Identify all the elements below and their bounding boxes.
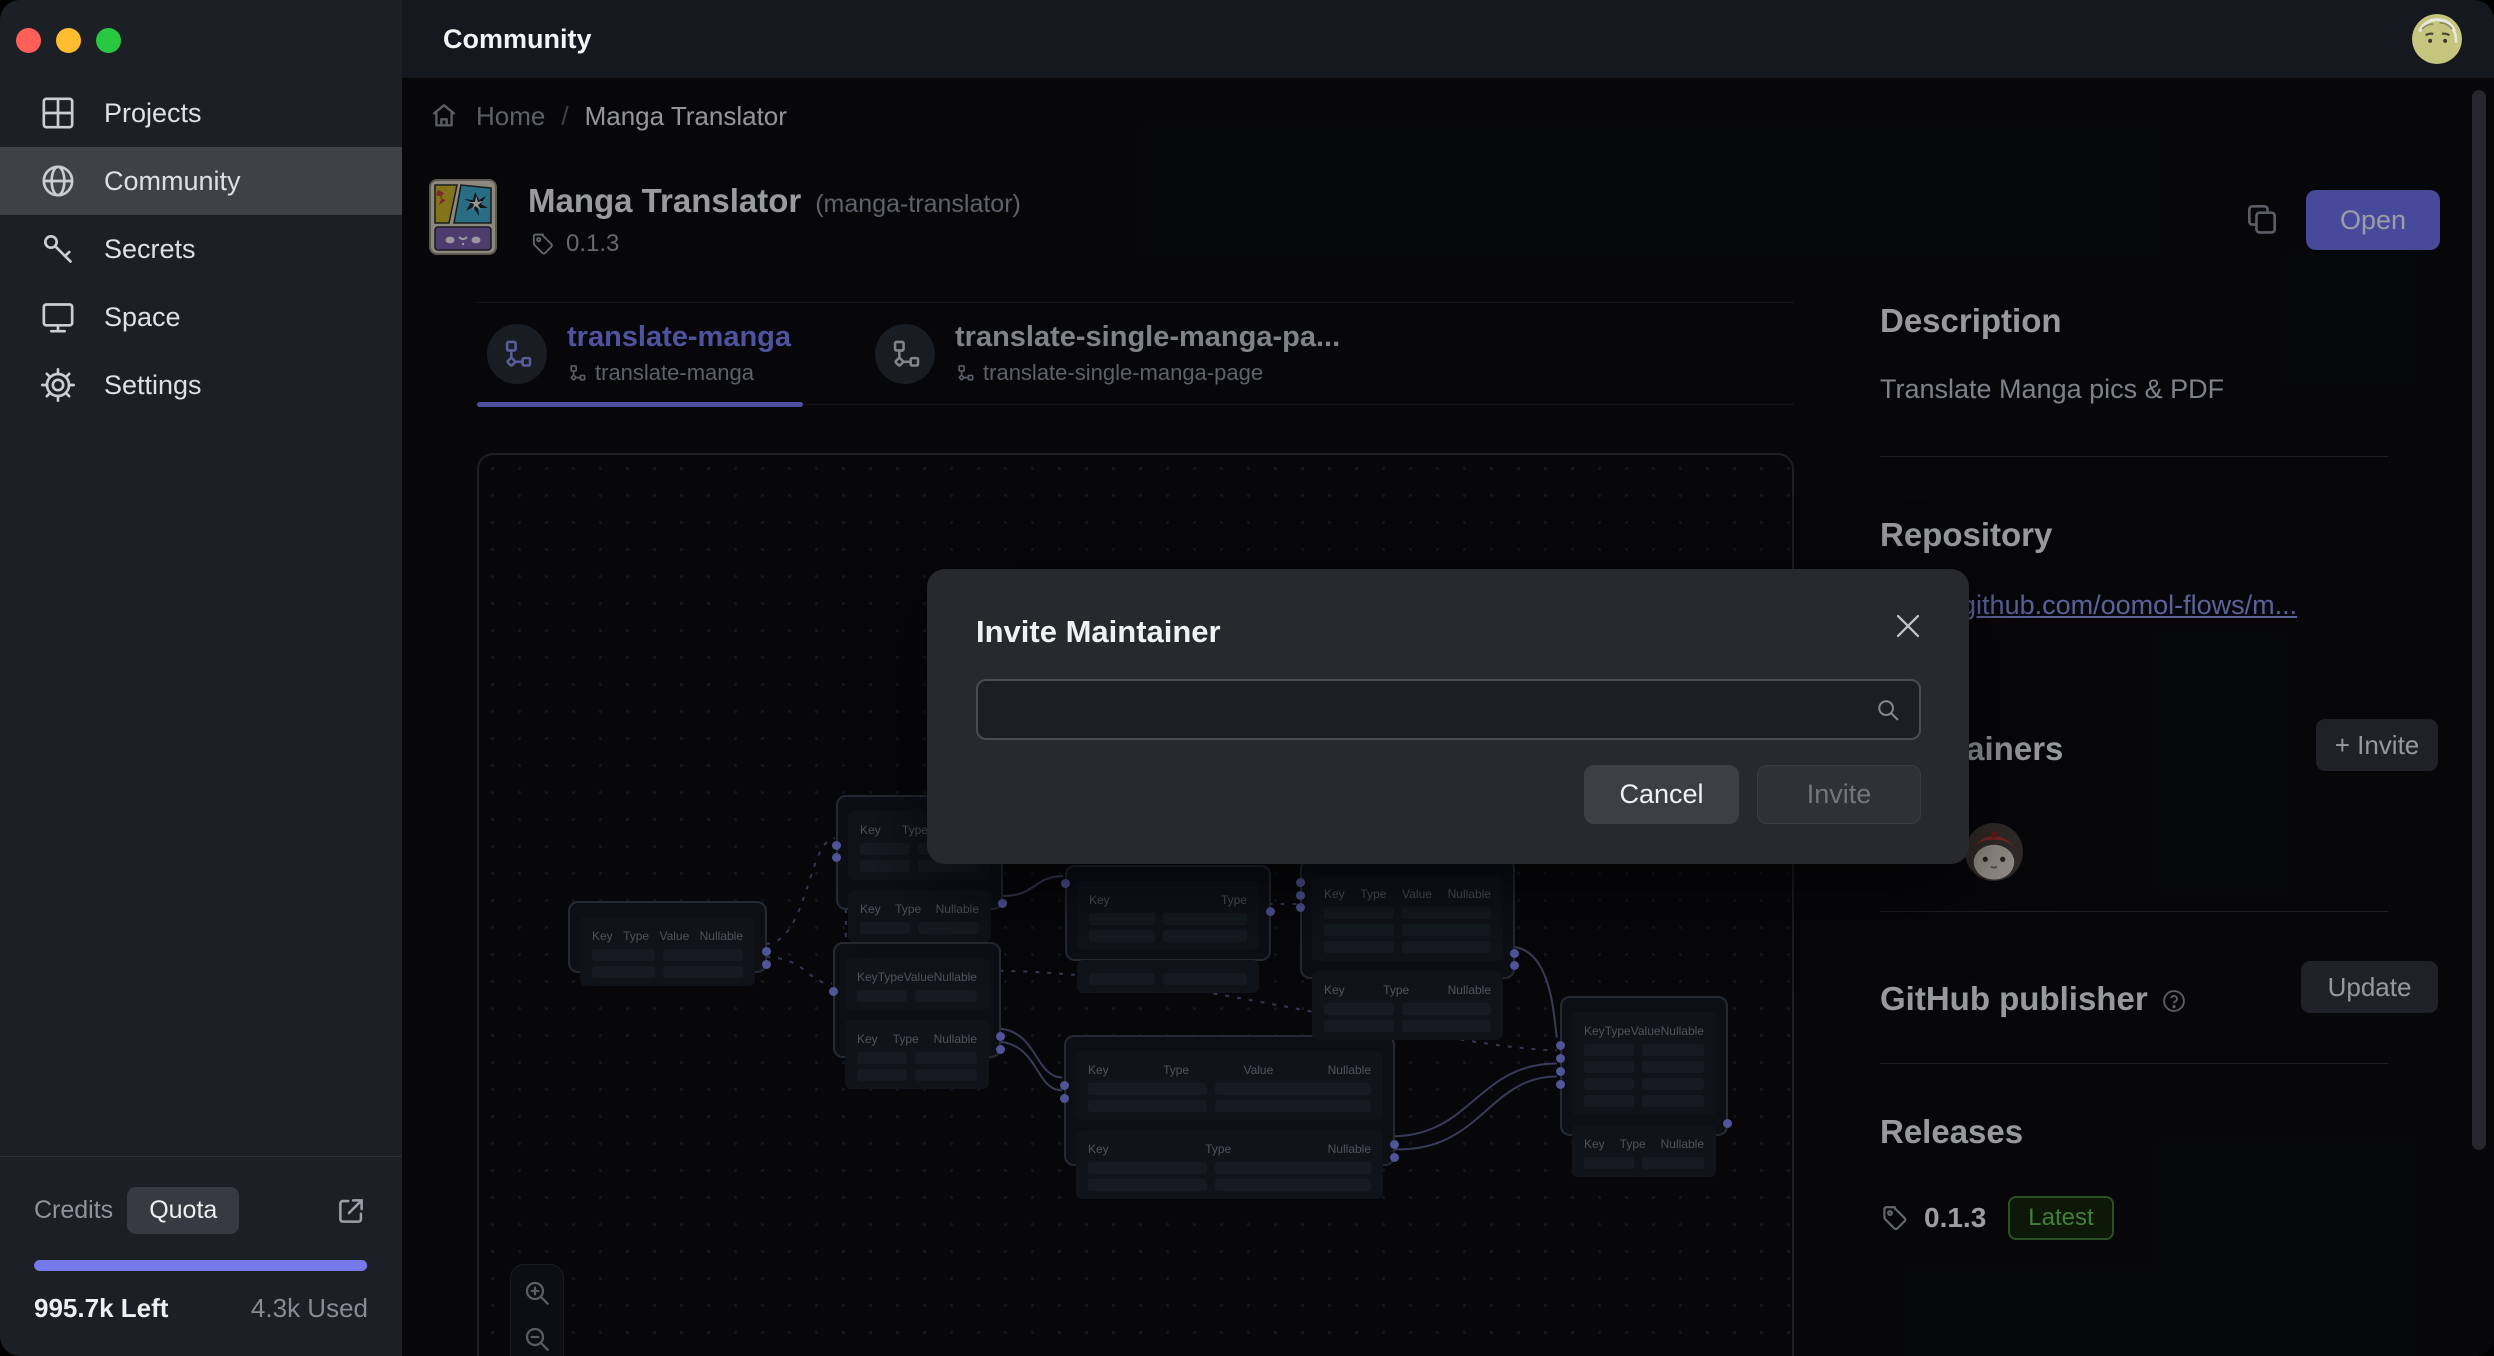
- key-icon: [38, 229, 78, 269]
- modal-title: Invite Maintainer: [976, 614, 1221, 650]
- search-icon: [1873, 695, 1903, 725]
- zoom-window-button[interactable]: [96, 28, 121, 53]
- sidebar-item-label: Secrets: [104, 234, 196, 265]
- credits-progress-fill: [34, 1260, 367, 1271]
- credits-footer: Credits Quota 995.7k Left 4.3k Used: [0, 1156, 402, 1356]
- window-controls: [0, 0, 402, 53]
- gear-icon: [38, 365, 78, 405]
- sidebar-item-label: Projects: [104, 98, 202, 129]
- sidebar-item-label: Space: [104, 302, 181, 333]
- sidebar-item-label: Settings: [104, 370, 202, 401]
- quota-toggle-button[interactable]: Quota: [127, 1187, 239, 1234]
- sidebar-item-settings[interactable]: Settings: [0, 351, 402, 419]
- sidebar-item-community[interactable]: Community: [0, 147, 402, 215]
- user-avatar[interactable]: [2412, 14, 2462, 64]
- grid-icon: [38, 93, 78, 133]
- monitor-icon: [38, 297, 78, 337]
- credits-left-value: 995.7k Left: [34, 1293, 168, 1324]
- app-window: Projects Community Secrets Space Settings Cr…: [0, 0, 2494, 1356]
- sidebar: Projects Community Secrets Space Settings Cr…: [0, 0, 402, 1356]
- credits-used-value: 4.3k Used: [251, 1293, 368, 1324]
- open-external-icon[interactable]: [334, 1194, 368, 1228]
- close-icon[interactable]: [1891, 609, 1925, 643]
- globe-icon: [38, 161, 78, 201]
- invite-maintainer-modal: Invite Maintainer Cancel Invite: [927, 569, 1969, 864]
- sidebar-nav: Projects Community Secrets Space Settings: [0, 79, 402, 419]
- sidebar-item-secrets[interactable]: Secrets: [0, 215, 402, 283]
- maintainer-search-input[interactable]: [976, 679, 1921, 740]
- credits-progress-bar: [34, 1260, 368, 1271]
- sidebar-item-projects[interactable]: Projects: [0, 79, 402, 147]
- invite-button[interactable]: Invite: [1757, 765, 1921, 824]
- main-area: Community Home / Manga Translator Manga …: [402, 0, 2494, 1356]
- credits-toggle-label[interactable]: Credits: [34, 1196, 113, 1225]
- minimize-window-button[interactable]: [56, 28, 81, 53]
- page-title: Community: [443, 24, 592, 55]
- sidebar-item-label: Community: [104, 166, 241, 197]
- content-area: Home / Manga Translator Manga Translator…: [402, 78, 2494, 1356]
- cancel-button[interactable]: Cancel: [1584, 765, 1739, 824]
- topbar: Community: [402, 0, 2494, 78]
- sidebar-item-space[interactable]: Space: [0, 283, 402, 351]
- close-window-button[interactable]: [16, 28, 41, 53]
